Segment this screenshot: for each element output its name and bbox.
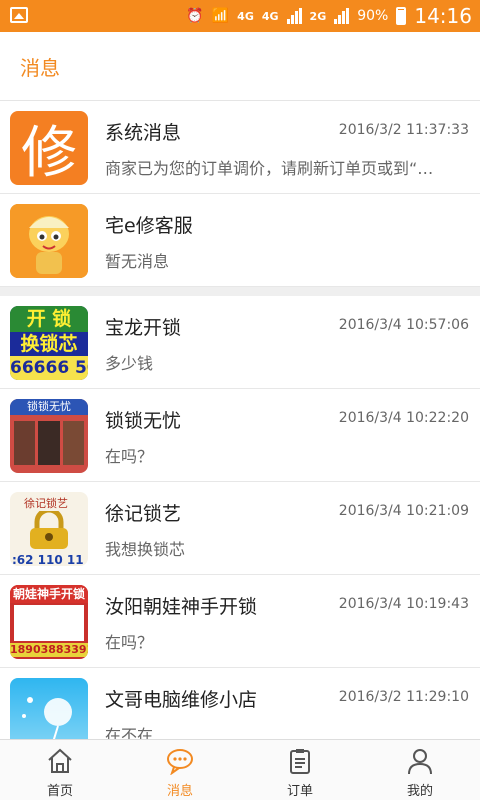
message-time: 2016/3/2 11:37:33: [338, 122, 469, 138]
tab-home[interactable]: 首页: [0, 740, 120, 800]
message-row-ruyang[interactable]: 朝娃神手开锁 18903883391 汝阳朝娃神手开锁 2016/3/4 10:…: [0, 575, 480, 668]
page-header: 消息: [0, 32, 480, 101]
message-preview: 我想换锁芯: [105, 540, 186, 559]
contact-name: 汝阳朝娃神手开锁: [105, 596, 258, 618]
network-label: 4G: [237, 9, 254, 23]
xuji-avatar: 徐记锁艺 :62 110 11: [10, 492, 88, 566]
avatar-text: 开 锁: [10, 306, 88, 332]
contact-name: 系统消息: [105, 122, 182, 144]
avatar-text: :62 110 11: [12, 553, 84, 566]
profile-icon: [408, 749, 432, 775]
signal-icon: [286, 8, 302, 24]
avatar-text: 锁锁无忧: [10, 399, 88, 415]
battery-icon: [396, 7, 407, 25]
system-avatar-glyph: 修: [21, 120, 77, 186]
message-preview: 在吗？: [105, 447, 154, 466]
clock: 14:16: [414, 4, 472, 28]
dandelion-icon: [22, 697, 72, 741]
ruyang-avatar: 朝娃神手开锁 18903883391: [10, 585, 88, 659]
message-preview: 暂无消息: [105, 252, 170, 271]
alarm-icon: ⏰: [186, 8, 204, 24]
signal2-icon: [334, 8, 350, 24]
section-divider: [0, 287, 480, 296]
message-time: 2016/3/4 10:19:43: [338, 596, 469, 612]
mascot-icon: [10, 204, 88, 278]
support-avatar: [10, 204, 88, 278]
tab-label: 订单: [286, 784, 313, 799]
tab-label: 首页: [46, 784, 73, 799]
message-time: 2016/3/4 10:22:20: [338, 410, 469, 426]
tab-label: 消息: [166, 784, 193, 799]
baolong-avatar: 开 锁 换锁芯 66666 50: [10, 306, 88, 380]
bottom-tab-bar: 首页 消息 订单 我的: [0, 739, 480, 800]
message-preview: 在吗？: [105, 633, 154, 652]
avatar-text: 换锁芯: [20, 333, 78, 355]
sim2-label: 2G: [309, 9, 327, 23]
wifi-icon: 📶: [211, 8, 230, 24]
chat-icon: [167, 749, 193, 775]
home-icon: [48, 748, 72, 773]
sim1-label: 4G: [261, 9, 279, 23]
message-time: 2016/3/2 11:29:10: [338, 689, 469, 705]
tab-profile[interactable]: 我的: [360, 740, 480, 800]
message-time: 2016/3/4 10:21:09: [338, 503, 469, 519]
system-avatar: 修: [10, 111, 88, 185]
tab-orders[interactable]: 订单: [240, 740, 360, 800]
message-row-wenge[interactable]: 文哥电脑维修小店 2016/3/2 11:29:10 在不在: [0, 668, 480, 741]
order-icon: [290, 749, 310, 774]
battery-percent: 90%: [357, 8, 389, 24]
contact-name: 文哥电脑维修小店: [105, 689, 258, 711]
message-row-suosuo[interactable]: 锁锁无忧 锁锁无忧 2016/3/4 10:22:20 在吗？: [0, 389, 480, 482]
status-bar: ⏰ 📶 4G 4G 2G 90% 14:16: [0, 0, 480, 32]
message-list[interactable]: 修 系统消息 2016/3/2 11:37:33 商家已为您的订单调价，请刷新订…: [0, 101, 480, 741]
padlock-icon: [30, 507, 68, 549]
avatar-text: 徐记锁艺: [24, 497, 68, 510]
message-row-system[interactable]: 修 系统消息 2016/3/2 11:37:33 商家已为您的订单调价，请刷新订…: [0, 101, 480, 194]
tab-messages[interactable]: 消息: [120, 740, 240, 800]
suosuo-avatar: 锁锁无忧: [10, 399, 88, 473]
contact-name: 宅e修客服: [105, 215, 193, 237]
message-preview: 商家已为您的订单调价，请刷新订单页或到“…: [105, 159, 434, 178]
avatar-text: 朝娃神手开锁: [10, 585, 88, 603]
message-row-xuji[interactable]: 徐记锁艺 :62 110 11 徐记锁艺 2016/3/4 10:21:09 我…: [0, 482, 480, 575]
contact-name: 徐记锁艺: [105, 503, 182, 525]
message-row-baolong[interactable]: 开 锁 换锁芯 66666 50 宝龙开锁 2016/3/4 10:57:06 …: [0, 296, 480, 389]
contact-name: 锁锁无忧: [105, 410, 182, 432]
avatar-text: 18903883391: [10, 643, 88, 657]
gallery-icon: [10, 7, 28, 23]
tab-label: 我的: [406, 784, 433, 799]
wenge-avatar: [10, 678, 88, 741]
contact-name: 宝龙开锁: [105, 317, 182, 339]
avatar-text: 66666 50: [10, 356, 88, 380]
page-title: 消息: [20, 56, 60, 80]
message-preview: 多少钱: [105, 354, 154, 373]
message-row-support[interactable]: 宅e修客服 暂无消息: [0, 194, 480, 287]
message-time: 2016/3/4 10:57:06: [338, 317, 469, 333]
